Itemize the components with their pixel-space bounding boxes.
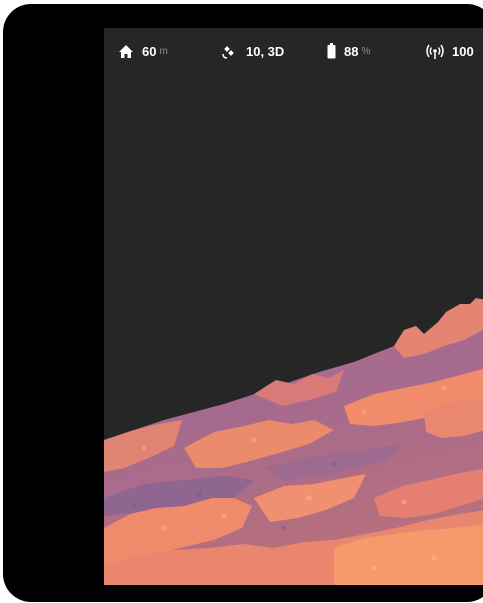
device-frame: 60 m 10, 3D 88 % 100: [3, 4, 483, 602]
home-icon: [118, 44, 134, 59]
signal-indicator: 100: [426, 42, 474, 60]
battery-icon: [327, 43, 336, 59]
terrain-3d-view: [104, 298, 483, 585]
satellite-icon: [222, 43, 238, 59]
signal-icon: [426, 43, 444, 59]
battery-value: 88: [344, 43, 359, 59]
signal-value: 100: [452, 43, 474, 59]
gps-value: 10, 3D: [246, 43, 285, 59]
camera-viewport[interactable]: 60 m 10, 3D 88 % 100: [104, 28, 483, 585]
battery-indicator: 88 %: [327, 42, 370, 60]
altitude-unit: m: [159, 45, 168, 57]
battery-unit: %: [361, 45, 371, 57]
gps-indicator: 10, 3D: [222, 42, 284, 60]
altitude-value: 60: [142, 43, 157, 59]
altitude-indicator: 60 m: [118, 42, 168, 60]
status-bar: 60 m 10, 3D 88 % 100: [104, 28, 483, 72]
